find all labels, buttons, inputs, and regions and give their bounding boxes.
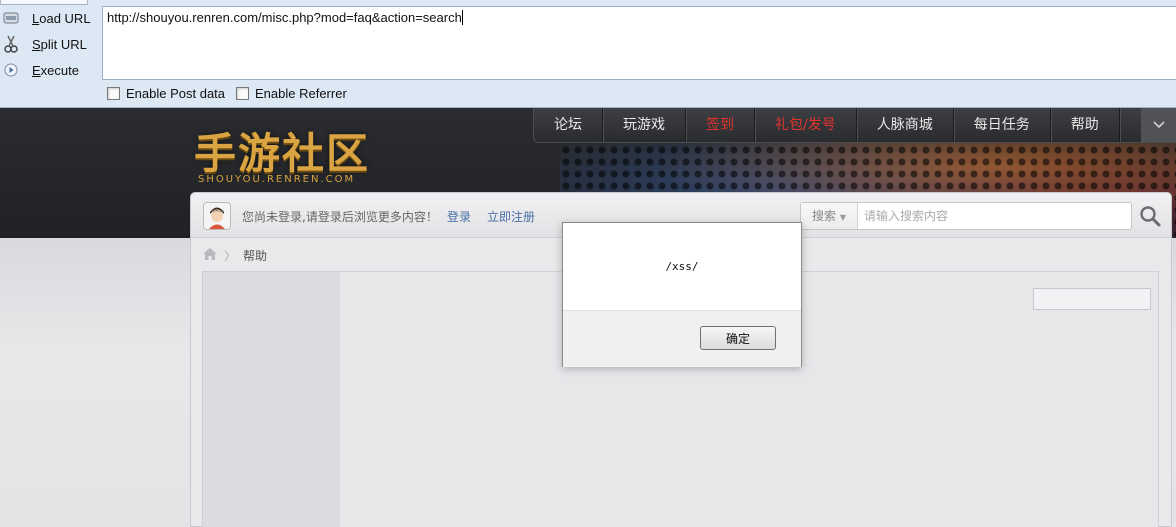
nav-more-button[interactable]: [1141, 108, 1176, 142]
execute-label: Execute: [32, 62, 79, 78]
checkbox-box[interactable]: [236, 87, 249, 100]
play-icon: [2, 61, 20, 79]
load-url-icon: [2, 9, 20, 27]
nav-item-forum[interactable]: 论坛: [534, 108, 603, 142]
breadcrumb-current: 帮助: [243, 249, 268, 263]
nav-item-daily-tasks[interactable]: 每日任务: [954, 108, 1051, 142]
nav-item-help[interactable]: 帮助: [1051, 108, 1120, 142]
nav-item-play-games[interactable]: 玩游戏: [603, 108, 686, 142]
search-input[interactable]: [858, 205, 1120, 227]
load-url-label: Load URL: [32, 10, 91, 26]
top-navigation: 论坛 玩游戏 签到 礼包/发号 人脉商城 每日任务 帮助: [533, 108, 1176, 143]
home-icon[interactable]: [203, 248, 217, 263]
login-prompt-text: 您尚未登录,请登录后浏览更多内容！: [242, 210, 438, 224]
execute-button[interactable]: Execute: [0, 58, 96, 82]
avatar-icon: [204, 203, 230, 229]
alert-message: /xss/: [665, 260, 699, 273]
hackbar-toolbar: Load URL Split URL Execute http://shouyo…: [0, 0, 1176, 108]
enable-referrer-label: Enable Referrer: [255, 86, 347, 101]
checkbox-box[interactable]: [107, 87, 120, 100]
split-url-label: Split URL: [32, 36, 87, 52]
hackbar-tab-edge: [0, 0, 88, 5]
enable-referrer-checkbox[interactable]: Enable Referrer: [236, 86, 347, 101]
site-logo[interactable]: 手游社区: [194, 120, 370, 181]
search-icon: [1140, 206, 1161, 227]
enable-post-label: Enable Post data: [126, 86, 226, 101]
nav-item-shop[interactable]: 人脉商城: [857, 108, 954, 142]
search-scope-label: 搜索: [812, 209, 837, 223]
ok-button[interactable]: 确定: [700, 326, 776, 350]
site-logo-domain: SHOUYOU.RENREN.COM: [198, 174, 356, 185]
breadcrumb: 〉 帮助: [203, 247, 267, 264]
sidebar-column: [202, 271, 341, 527]
caret-down-icon: ▼: [839, 213, 846, 222]
split-url-button[interactable]: Split URL: [0, 32, 96, 56]
nav-item-checkin[interactable]: 签到: [686, 108, 755, 142]
enable-post-checkbox[interactable]: Enable Post data: [107, 86, 225, 101]
load-url-button[interactable]: Load URL: [0, 6, 96, 30]
nav-item-gift-codes[interactable]: 礼包/发号: [755, 108, 857, 142]
search-scope-dropdown[interactable]: 搜索 ▼: [801, 203, 858, 229]
chevron-down-icon: [1153, 121, 1165, 129]
search-button[interactable]: [1138, 204, 1162, 228]
url-textarea[interactable]: http://shouyou.renren.com/misc.php?mod=f…: [102, 6, 1176, 80]
site-search: 搜索 ▼: [800, 202, 1132, 230]
breadcrumb-separator-icon: 〉: [224, 249, 237, 263]
alert-dialog: /xss/ 确定: [562, 222, 802, 367]
login-link[interactable]: 登录: [447, 208, 471, 225]
scissors-icon: [2, 35, 20, 53]
alert-footer: 确定: [563, 310, 801, 367]
url-text: http://shouyou.renren.com/misc.php?mod=f…: [107, 10, 462, 25]
avatar[interactable]: [203, 202, 231, 230]
faq-search-input[interactable]: [1033, 288, 1151, 310]
text-caret: [461, 10, 463, 25]
register-link[interactable]: 立即注册: [487, 208, 535, 225]
